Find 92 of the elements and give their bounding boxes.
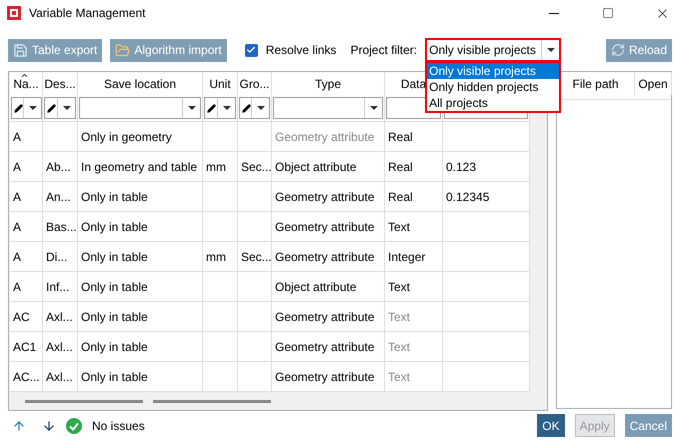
pencil-icon bbox=[207, 104, 216, 112]
table-cell: Only in table bbox=[78, 362, 203, 392]
column-header[interactable]: Gro... bbox=[238, 72, 272, 95]
table-cell: AC1 bbox=[10, 332, 43, 362]
table-cell bbox=[238, 272, 272, 302]
folder-icon bbox=[115, 42, 130, 58]
column-header[interactable]: Des... bbox=[43, 72, 78, 95]
move-up-icon[interactable] bbox=[12, 418, 26, 432]
table-cell bbox=[238, 362, 272, 392]
filter-field[interactable] bbox=[11, 97, 42, 119]
table-cell: Sec... bbox=[238, 242, 272, 272]
pencil-icon bbox=[47, 104, 56, 112]
table-cell: A bbox=[10, 182, 43, 212]
table-cell: An... bbox=[43, 182, 78, 212]
maximize-icon bbox=[602, 7, 614, 19]
table-cell: Geometry attribute bbox=[272, 212, 385, 242]
table-cell: Integer bbox=[385, 242, 443, 272]
table-cell: Geometry attribute bbox=[272, 122, 385, 152]
table-cell: A bbox=[10, 152, 43, 182]
dropdown-option[interactable]: Only visible projects bbox=[427, 63, 560, 79]
filter-field[interactable] bbox=[239, 97, 270, 119]
table-cell: Real bbox=[385, 122, 443, 152]
table-cell: mm bbox=[203, 242, 238, 272]
dialog-button[interactable]: OK bbox=[537, 414, 565, 437]
sort-icon bbox=[20, 71, 29, 80]
table-cell: Text bbox=[385, 362, 443, 392]
table-cell: Only in table bbox=[78, 182, 203, 212]
table-cell: Geometry attribute bbox=[272, 302, 385, 332]
table-cell bbox=[203, 362, 238, 392]
table-cell: AC... bbox=[10, 362, 43, 392]
table-cell: 0.12345 bbox=[443, 182, 530, 212]
table-cell: Geometry attribute bbox=[272, 362, 385, 392]
table-cell: Axl... bbox=[43, 362, 78, 392]
table-cell bbox=[238, 182, 272, 212]
table-cell bbox=[203, 302, 238, 332]
pencil-icon bbox=[242, 104, 251, 112]
table-cell: A bbox=[10, 272, 43, 302]
table-cell: Inf... bbox=[43, 272, 78, 302]
move-down-icon[interactable] bbox=[42, 418, 56, 432]
filter-field[interactable] bbox=[79, 97, 201, 119]
table-cell: Axl... bbox=[43, 302, 78, 332]
table-cell: mm bbox=[203, 152, 238, 182]
resolve-links-checkbox[interactable] bbox=[244, 44, 258, 56]
refresh-icon bbox=[610, 43, 625, 57]
status-text: No issues bbox=[92, 418, 146, 432]
table-cell: Object attribute bbox=[272, 272, 385, 302]
table-cell: A bbox=[10, 242, 43, 272]
table-cell bbox=[238, 332, 272, 362]
table-cell: Geometry attribute bbox=[272, 332, 385, 362]
table-cell: Only in table bbox=[78, 272, 203, 302]
save-icon bbox=[13, 42, 28, 58]
filter-field[interactable] bbox=[273, 97, 383, 119]
table-cell bbox=[203, 272, 238, 302]
table-cell: 0.123 bbox=[443, 152, 530, 182]
table-cell: Object attribute bbox=[272, 152, 385, 182]
table-cell: Ab... bbox=[43, 152, 78, 182]
table-cell: A bbox=[10, 212, 43, 242]
table-cell: Axl... bbox=[43, 332, 78, 362]
table-cell bbox=[203, 182, 238, 212]
table-cell: Geometry attribute bbox=[272, 182, 385, 212]
app-icon bbox=[7, 6, 21, 20]
table-cell: Di... bbox=[43, 242, 78, 272]
project-filter-label: Project filter: bbox=[350, 43, 418, 57]
table-cell: Real bbox=[385, 182, 443, 212]
scrollbar-thumb[interactable] bbox=[25, 400, 143, 402]
table-cell: Only in table bbox=[78, 332, 203, 362]
table-cell: Only in table bbox=[78, 242, 203, 272]
scrollbar-thumb[interactable] bbox=[153, 400, 271, 402]
table-cell: Only in geometry bbox=[78, 122, 203, 152]
table-cell bbox=[238, 302, 272, 332]
table-cell: AC bbox=[10, 302, 43, 332]
table-cell: Sec... bbox=[238, 152, 272, 182]
window-title: Variable Management bbox=[29, 6, 147, 20]
filter-field[interactable] bbox=[44, 97, 76, 119]
table-cell bbox=[203, 212, 238, 242]
minimize-icon bbox=[549, 12, 559, 14]
table-cell: Only in table bbox=[78, 302, 203, 332]
table-cell bbox=[238, 212, 272, 242]
table-cell: In geometry and table bbox=[78, 152, 203, 182]
table-cell: Only in table bbox=[78, 212, 203, 242]
resolve-links-label: Resolve links bbox=[266, 43, 336, 57]
table-cell: Bas... bbox=[43, 212, 78, 242]
table-cell bbox=[203, 332, 238, 362]
table-cell: Text bbox=[385, 272, 443, 302]
table-cell: Text bbox=[385, 332, 443, 362]
table-cell: Text bbox=[385, 302, 443, 332]
table-cell: A bbox=[10, 122, 43, 152]
filter-field[interactable] bbox=[204, 97, 236, 119]
table-cell: Text bbox=[385, 212, 443, 242]
table-cell: Geometry attribute bbox=[272, 242, 385, 272]
table-cell: Real bbox=[385, 152, 443, 182]
pencil-icon bbox=[14, 104, 23, 112]
